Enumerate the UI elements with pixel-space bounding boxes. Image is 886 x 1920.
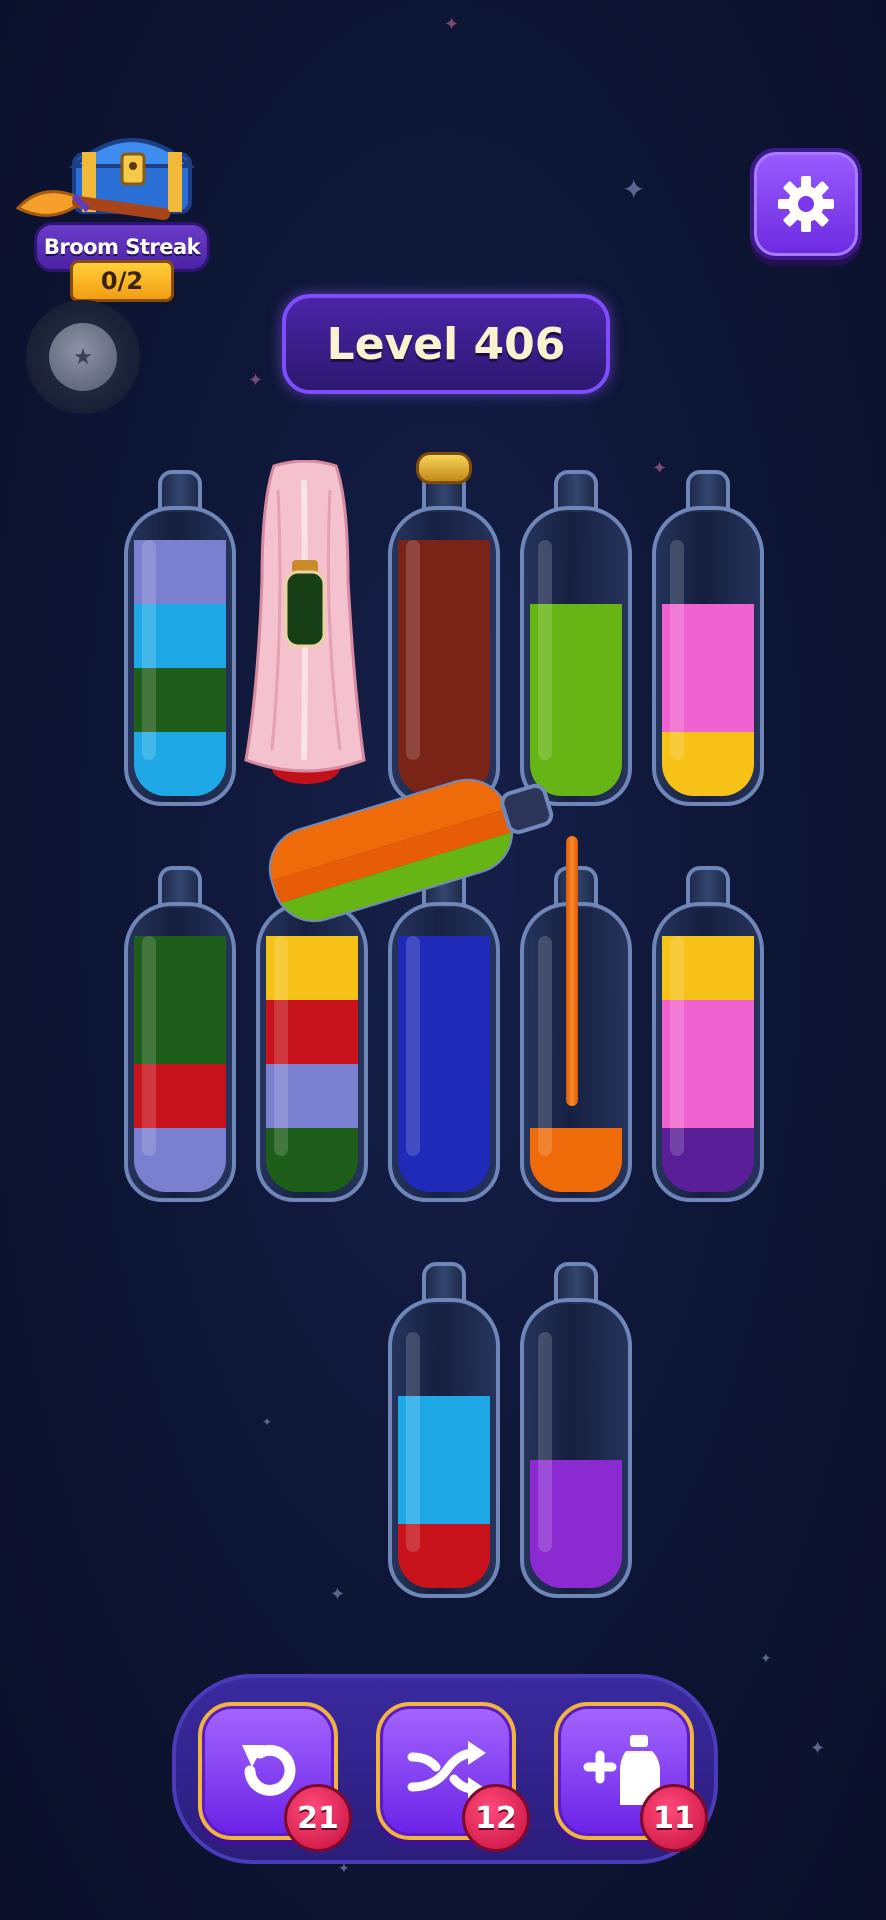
- bottle-body: [124, 902, 236, 1202]
- bottle-shine: [670, 936, 684, 1156]
- bottle[interactable]: [652, 470, 764, 806]
- bottle-shine: [142, 540, 156, 760]
- undo-button[interactable]: 21: [198, 1702, 352, 1852]
- bottle-body: [256, 902, 368, 1202]
- sparkle: ✦: [338, 1861, 350, 1877]
- bottle-body: [520, 1298, 632, 1598]
- covered-bottle[interactable]: [244, 460, 366, 790]
- bottle-body: [652, 902, 764, 1202]
- shuffle-count-badge: 12: [462, 1784, 530, 1852]
- sparkle: ✦: [444, 14, 460, 35]
- sparkle: ✦: [810, 1738, 826, 1759]
- bottle[interactable]: [388, 866, 500, 1202]
- gear-icon: [778, 176, 834, 232]
- bottle-body: [652, 506, 764, 806]
- bottle-shine: [406, 936, 420, 1156]
- bottle[interactable]: [388, 1262, 500, 1598]
- bottle-body: [388, 1298, 500, 1598]
- sparkle: ✦: [262, 1415, 273, 1429]
- bottle-shine: [142, 936, 156, 1156]
- sparkle: ✦: [248, 370, 264, 391]
- bottle-body: [124, 506, 236, 806]
- add-bottle-count-badge: 11: [640, 1784, 708, 1852]
- level-label: Level 406: [282, 294, 610, 394]
- sparkle: ✦: [760, 1651, 772, 1667]
- settings-button[interactable]: [750, 148, 862, 260]
- undo-count-badge: 21: [284, 1784, 352, 1852]
- bottle[interactable]: [388, 452, 500, 806]
- bottle-shine: [406, 1332, 420, 1552]
- bottle-shine: [406, 540, 420, 760]
- bottle-shine: [274, 936, 288, 1156]
- sparkle: ✦: [622, 173, 646, 206]
- shuffle-button[interactable]: 12: [376, 1702, 530, 1852]
- bottle-shine: [670, 540, 684, 760]
- bottle[interactable]: [520, 1262, 632, 1598]
- bottle-shine: [538, 540, 552, 760]
- bottle-shine: [538, 1332, 552, 1552]
- broom-streak-widget[interactable]: Broom Streak 0/2: [14, 118, 210, 302]
- bottle[interactable]: [124, 866, 236, 1202]
- bottle[interactable]: [124, 470, 236, 806]
- star-icon: ★: [49, 323, 117, 391]
- bottle-body: [388, 902, 500, 1202]
- bottle-cork: [416, 452, 472, 484]
- sparkle: ✦: [330, 1584, 346, 1605]
- streak-count: 0/2: [70, 260, 174, 302]
- side-booster-button[interactable]: ★: [26, 300, 140, 414]
- bottle-shine: [538, 936, 552, 1156]
- pouring-stream: [566, 836, 578, 1106]
- add-bottle-button[interactable]: 11: [554, 1702, 708, 1852]
- bottle-body: [388, 506, 500, 806]
- bottle[interactable]: [652, 866, 764, 1202]
